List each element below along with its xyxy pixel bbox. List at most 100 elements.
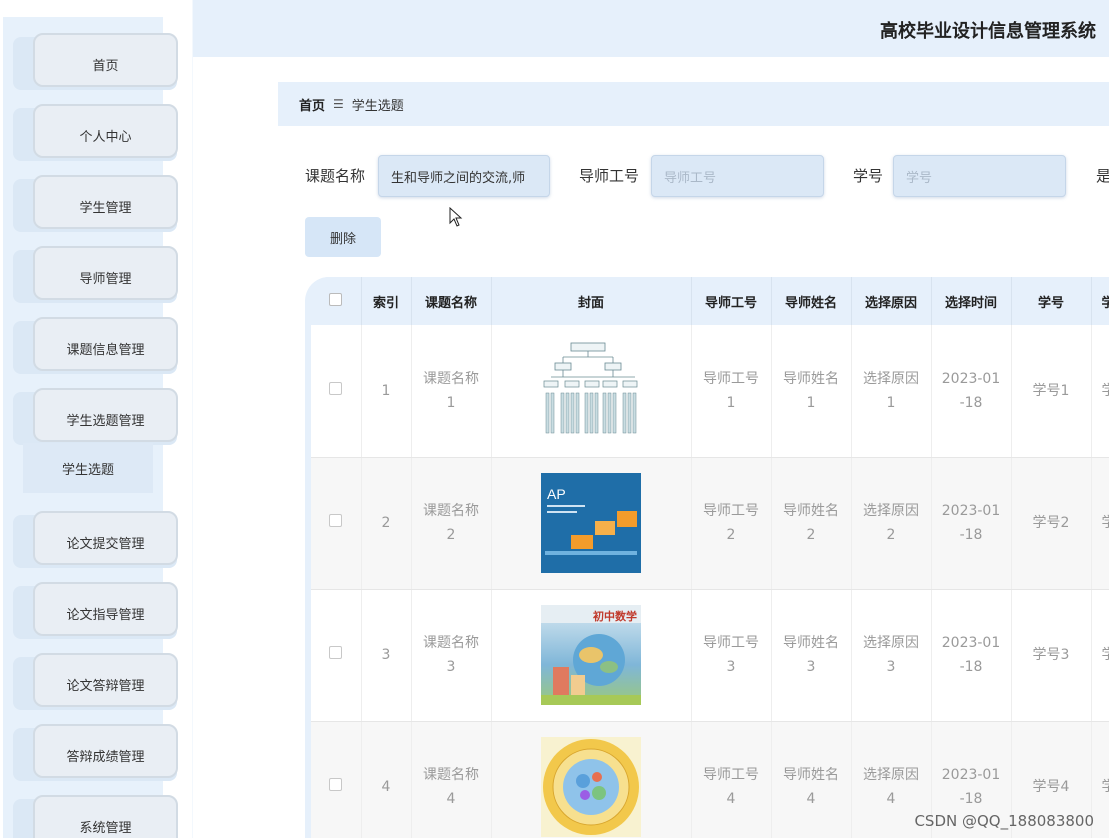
cell-topic-line2: 3 — [446, 659, 456, 675]
cell-topic-line1: 课题名称 — [423, 370, 479, 387]
delete-button[interactable]: 删除 — [305, 217, 381, 257]
select-all-checkbox[interactable] — [329, 292, 343, 306]
cell-line1: 选择原因 — [863, 370, 919, 387]
cell-tutor-name: 导师姓名 4 — [771, 721, 852, 838]
sidebar-item-tutors[interactable]: 导师管理 — [13, 246, 178, 303]
tree-diagram-cover[interactable] — [541, 340, 641, 441]
cell-index: 2 — [361, 457, 412, 590]
cell-line1: 导师工号 — [703, 370, 759, 387]
sidebar-item-students[interactable]: 学生管理 — [13, 175, 178, 232]
column-header[interactable]: 导师姓名 — [771, 277, 852, 325]
sidebar-item-topics[interactable]: 课题信息管理 — [13, 317, 178, 374]
sidebar-item-label: 课题信息管理 — [33, 317, 178, 371]
row-checkbox[interactable] — [329, 381, 343, 395]
cell-line2: 3 — [726, 659, 736, 675]
cell-extra: 学 — [1091, 325, 1109, 458]
ap-textbook-cover[interactable]: AP — [541, 473, 641, 573]
table-row[interactable]: 2 课题名称 2 AP 导师工号 2 导师姓名 2 选择原因 2 2023-01… — [311, 457, 1109, 590]
cell-time: 2023-01 -18 — [931, 589, 1012, 722]
topic-name-input[interactable]: 生和导师之间的交流,师 — [378, 155, 550, 197]
cell-topic: 课题名称 3 — [411, 589, 492, 722]
cell-extra: 学 — [1091, 457, 1109, 590]
cell-tutor-name: 导师姓名 3 — [771, 589, 852, 722]
cell-line2: -18 — [959, 659, 983, 675]
cell-line1: 2023-01 — [941, 503, 1001, 519]
column-header[interactable]: 课题名称 — [411, 277, 492, 325]
cell-extra: 学 — [1091, 589, 1109, 722]
app-title: 高校毕业设计信息管理系统 — [880, 21, 1096, 42]
cell-line2: 4 — [726, 791, 736, 807]
select-all-cell — [311, 277, 362, 325]
table-header-row: 索引 课题名称 封面 导师工号 导师姓名 选择原因 选择时间 学号 学 — [311, 277, 1109, 325]
table-row[interactable]: 1 课题名称 1 导师工号 1 导师姓名 1 选择原因 1 2023-01 -1… — [311, 325, 1109, 458]
row-checkbox[interactable] — [329, 646, 343, 659]
math-textbook-cover[interactable]: 初中数学 — [541, 605, 641, 705]
data-table: 索引 课题名称 封面 导师工号 导师姓名 选择原因 选择时间 学号 学 1 课题… — [305, 277, 1109, 838]
sidebar-item-label: 论文提交管理 — [33, 511, 178, 565]
column-header[interactable]: 导师工号 — [691, 277, 772, 325]
cell-line1: 2023-01 — [941, 635, 1001, 651]
cell-line2: 2 — [726, 527, 736, 543]
cell-student-id: 学号2 — [1011, 457, 1092, 590]
column-header[interactable]: 封面 — [491, 277, 692, 325]
cell-tutor-id: 导师工号 3 — [691, 589, 772, 722]
cell-line2: 2 — [806, 527, 816, 543]
sidebar-item-thesis-submit[interactable]: 论文提交管理 — [13, 511, 178, 568]
sidebar-item-label: 学生管理 — [33, 175, 178, 229]
sidebar-item-system[interactable]: 系统管理 — [13, 795, 178, 838]
top-header: 高校毕业设计信息管理系统 — [193, 0, 1109, 57]
row-checkbox[interactable] — [329, 514, 343, 527]
cell-tutor-id: 导师工号 4 — [691, 721, 772, 838]
sidebar-item-label: 首页 — [33, 33, 178, 87]
sidebar: 首页 个人中心 学生管理 导师管理 课题信息管理 学生选题管理 学生选题 论文提… — [0, 0, 192, 838]
table-row[interactable]: 3 课题名称 3 初中数学 导师工号 3 导师姓名 3 选择原因 3 2023-… — [311, 589, 1109, 722]
sidebar-item-profile[interactable]: 个人中心 — [13, 104, 178, 161]
sidebar-item-thesis-guidance[interactable]: 论文指导管理 — [13, 582, 178, 639]
circle-poster-cover[interactable] — [541, 737, 641, 837]
cell-topic: 课题名称 4 — [411, 721, 492, 838]
cell-line1: 选择原因 — [863, 767, 919, 783]
sidebar-item-label: 论文指导管理 — [33, 582, 178, 636]
cell-topic: 课题名称 1 — [411, 325, 492, 458]
cell-tutor-id: 导师工号 1 — [691, 325, 772, 458]
cell-reason: 选择原因 2 — [851, 457, 932, 590]
row-checkbox[interactable] — [329, 778, 343, 791]
cell-time: 2023-01 -18 — [931, 457, 1012, 590]
column-header[interactable]: 选择原因 — [851, 277, 932, 325]
sidebar-subitem-student-selection[interactable]: 学生选题 — [23, 443, 153, 493]
column-header[interactable]: 选择时间 — [931, 277, 1012, 325]
cell-topic: 课题名称 2 — [411, 457, 492, 590]
cell-line2: 3 — [806, 659, 816, 675]
sidebar-item-home[interactable]: 首页 — [13, 33, 178, 90]
cell-line1: 导师姓名 — [783, 370, 839, 387]
sidebar-item-label: 导师管理 — [33, 246, 178, 300]
breadcrumb: 首页 ☰ 学生选题 — [278, 82, 1109, 126]
student-id-input[interactable]: 学号 — [893, 155, 1066, 197]
cell-topic-line1: 课题名称 — [423, 635, 479, 651]
cell-topic-line2: 1 — [446, 394, 456, 411]
column-header[interactable]: 学 — [1091, 277, 1109, 325]
cell-line2: -18 — [959, 791, 983, 807]
tree-diagram-image — [543, 342, 638, 433]
student-id-label: 学号 — [853, 167, 884, 185]
cell-line1: 导师工号 — [703, 767, 759, 783]
math-textbook-image: 初中数学 — [541, 605, 641, 705]
breadcrumb-home[interactable]: 首页 — [299, 95, 325, 114]
sidebar-item-label: 系统管理 — [33, 795, 178, 838]
tutor-id-input[interactable]: 导师工号 — [651, 155, 824, 197]
cell-index: 3 — [361, 589, 412, 722]
cell-cover: AP — [491, 457, 692, 590]
breadcrumb-current: 学生选题 — [351, 98, 404, 114]
cell-line2: 4 — [886, 791, 896, 807]
cell-topic-line1: 课题名称 — [423, 767, 479, 783]
sidebar-item-label: 论文答辩管理 — [33, 653, 178, 707]
breadcrumb-separator-icon: ☰ — [333, 97, 344, 111]
sidebar-item-topic-selection[interactable]: 学生选题管理 — [13, 388, 178, 445]
ap-cover-text: AP — [547, 486, 566, 502]
math-cover-text: 初中数学 — [593, 609, 637, 623]
column-header[interactable]: 学号 — [1011, 277, 1092, 325]
sidebar-item-defense[interactable]: 论文答辩管理 — [13, 653, 178, 710]
sidebar-item-defense-score[interactable]: 答辩成绩管理 — [13, 724, 178, 781]
column-header[interactable]: 索引 — [361, 277, 412, 325]
main-content: 首页 ☰ 学生选题 课题名称 生和导师之间的交流,师 导师工号 导师工号 学号 … — [193, 57, 1109, 838]
